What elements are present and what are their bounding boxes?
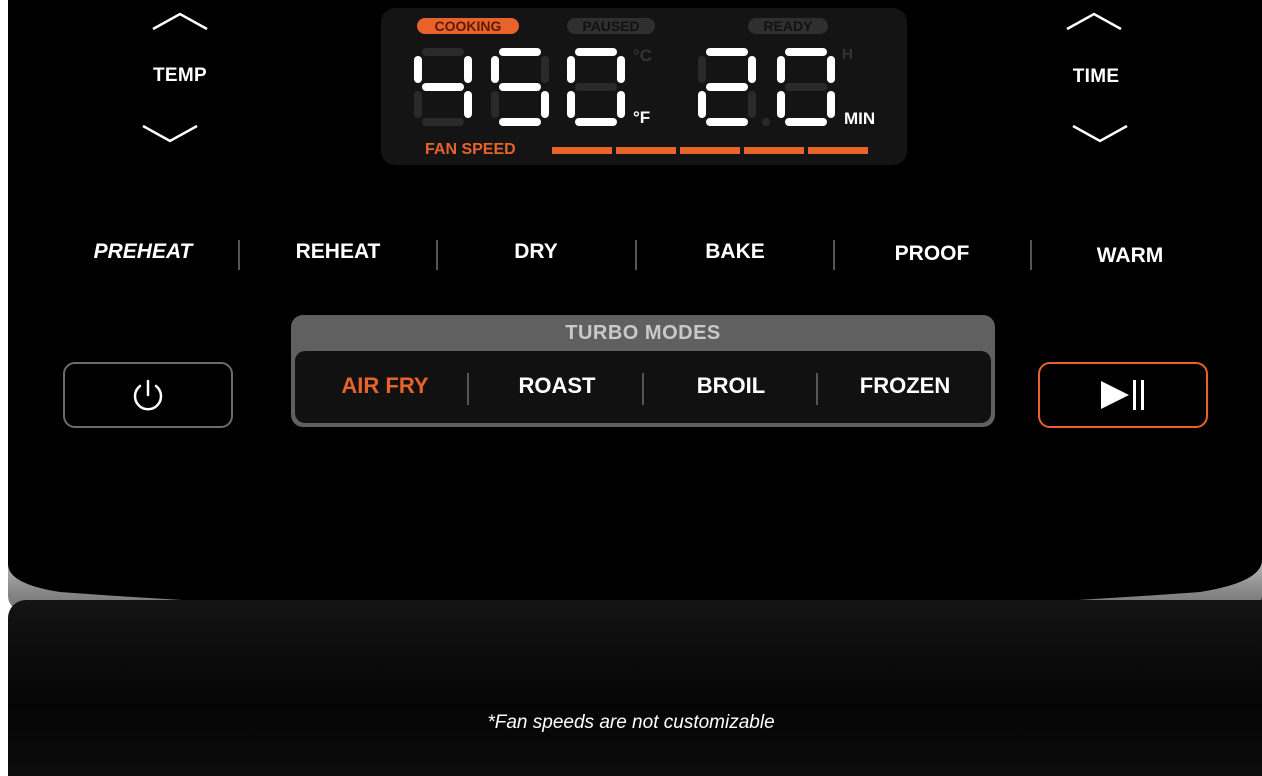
turbo-air-fry[interactable]: AIR FRY — [315, 373, 455, 399]
segment-on — [617, 56, 625, 83]
mode-preheat[interactable]: PREHEAT — [78, 240, 208, 264]
turbo-roast[interactable]: ROAST — [487, 373, 627, 399]
segment-on — [464, 91, 472, 118]
segment-on — [777, 56, 785, 83]
temp-down-icon[interactable] — [140, 122, 200, 146]
temp-label: TEMP — [153, 65, 207, 86]
time-down-icon[interactable] — [1070, 122, 1130, 146]
appliance-base — [8, 600, 1262, 776]
segment-on — [706, 48, 748, 56]
turbo-frozen[interactable]: FROZEN — [835, 373, 975, 399]
segment-on — [827, 56, 835, 83]
fan-speed-bar — [552, 147, 612, 154]
celsius-unit: °C — [633, 46, 653, 65]
mode-proof[interactable]: PROOF — [867, 242, 997, 266]
segment-on — [785, 48, 827, 56]
segment-on — [706, 118, 748, 126]
segment-on — [567, 56, 575, 83]
segment-off — [422, 48, 464, 56]
turbo-modes-bar: AIR FRY ROAST BROIL FROZEN — [295, 351, 991, 423]
led-display: COOKING PAUSED READY °C °F H MIN FAN SPE… — [381, 8, 907, 165]
temp-up-icon[interactable] — [150, 10, 210, 32]
segment-on — [575, 118, 617, 126]
divider — [642, 373, 644, 405]
fan-speed-bar — [744, 147, 804, 154]
minutes-unit: MIN — [844, 109, 876, 128]
divider — [238, 240, 240, 270]
segment-on — [499, 83, 541, 91]
time-label: TIME — [1072, 66, 1120, 87]
segment-off — [698, 56, 706, 83]
segment-on — [777, 91, 785, 118]
fan-speed-bar — [808, 147, 868, 154]
segment-off — [785, 83, 827, 91]
power-icon — [133, 379, 163, 411]
segment-on — [706, 83, 748, 91]
power-button[interactable] — [63, 362, 233, 428]
segment-on — [464, 56, 472, 83]
segment-on — [785, 118, 827, 126]
start-pause-button[interactable] — [1038, 362, 1208, 428]
segment-on — [491, 56, 499, 83]
segment-off — [414, 91, 422, 118]
segment-on — [499, 48, 541, 56]
play-pause-icon — [1101, 380, 1144, 410]
segment-on — [567, 91, 575, 118]
turbo-modes-title: TURBO MODES — [565, 322, 721, 344]
divider — [467, 373, 469, 405]
divider — [816, 373, 818, 405]
segment-on — [499, 118, 541, 126]
segment-off — [422, 118, 464, 126]
divider — [833, 240, 835, 270]
segment-off — [491, 91, 499, 118]
turbo-broil[interactable]: BROIL — [661, 373, 801, 399]
segment-on — [827, 91, 835, 118]
fan-speed-bar — [616, 147, 676, 154]
segment-on — [414, 56, 422, 83]
segment-on — [748, 56, 756, 83]
fan-speed-bar — [680, 147, 740, 154]
mode-dry[interactable]: DRY — [471, 240, 601, 264]
divider — [635, 240, 637, 270]
divider — [1030, 240, 1032, 270]
hours-unit: H — [842, 46, 853, 63]
segment-on — [575, 48, 617, 56]
fahrenheit-unit: °F — [633, 108, 651, 127]
segment-on — [698, 91, 706, 118]
mode-warm[interactable]: WARM — [1065, 244, 1195, 268]
time-up-icon[interactable] — [1064, 10, 1124, 32]
divider — [436, 240, 438, 270]
time-dot — [762, 118, 770, 126]
turbo-modes-group: TURBO MODES AIR FRY ROAST BROIL FROZEN — [291, 315, 995, 427]
segment-off — [541, 56, 549, 83]
footnote: *Fan speeds are not customizable — [487, 712, 775, 733]
segment-off — [748, 91, 756, 118]
fan-speed-label: FAN SPEED — [425, 141, 516, 158]
control-panel: TEMP TIME COOKING PAUSED READY °C °F H M… — [8, 0, 1262, 600]
segment-on — [617, 91, 625, 118]
segment-on — [422, 83, 464, 91]
segment-off — [575, 83, 617, 91]
segment-on — [541, 91, 549, 118]
mode-reheat[interactable]: REHEAT — [273, 240, 403, 264]
mode-bake[interactable]: BAKE — [670, 240, 800, 264]
